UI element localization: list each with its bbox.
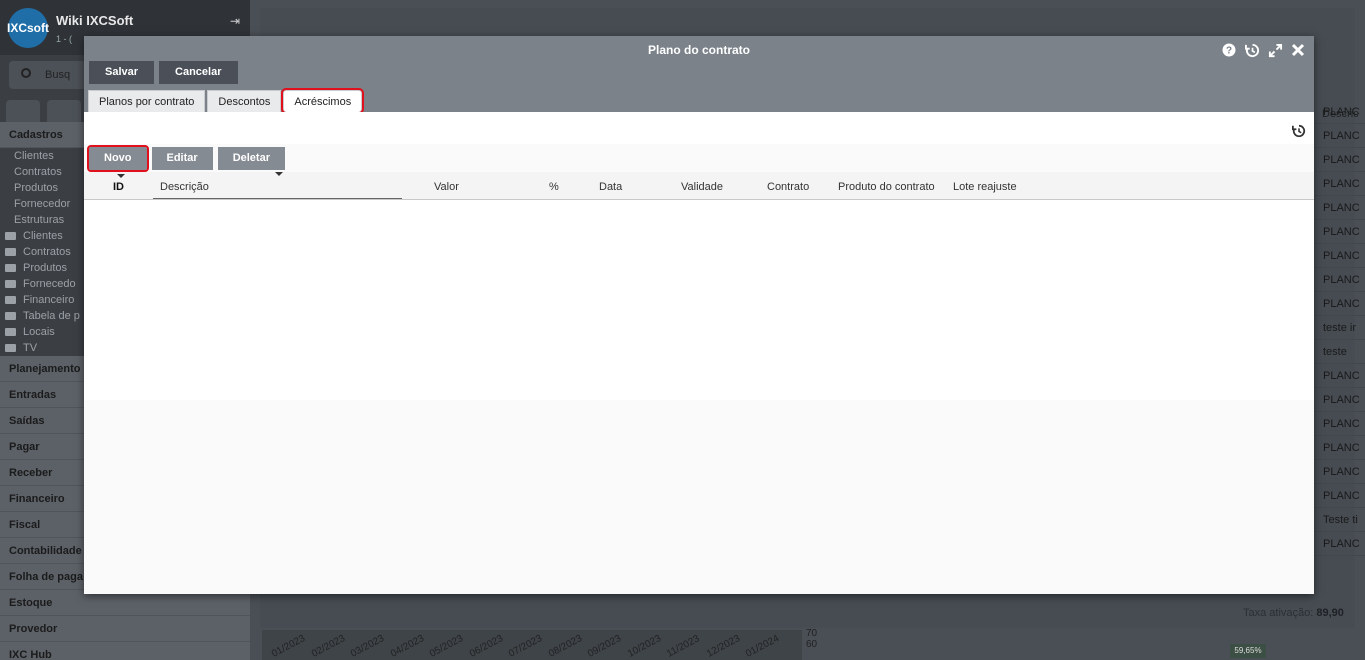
background-list-item: PLANC (1314, 124, 1365, 148)
background-list-item: PLANC (1314, 436, 1365, 460)
background-date-label: 11/2023 (665, 633, 702, 660)
column-lote-reajuste[interactable]: Lote reajuste (953, 181, 1017, 193)
content-top-strip (84, 112, 1314, 144)
background-list-item: PLANC (1314, 196, 1365, 220)
modal-header: Plano do contrato ? Salvar Cancelar Plan… (84, 36, 1314, 114)
save-button[interactable]: Salvar (89, 61, 155, 84)
background-date-label: 06/2023 (467, 633, 505, 660)
background-date-label: 09/2023 (586, 633, 624, 660)
background-date-label: 01/2023 (270, 633, 308, 660)
new-button[interactable]: Novo (87, 145, 149, 172)
background-list-item: PLANC (1314, 244, 1365, 268)
background-list-item: PLANC (1314, 172, 1365, 196)
background-list-item: PLANC (1314, 148, 1365, 172)
sidebar-section[interactable]: IXC Hub (0, 642, 250, 660)
background-date-label: 07/2023 (507, 633, 545, 660)
background-list-item: PLANC (1314, 100, 1365, 124)
footer-label: Taxa ativação: (1243, 607, 1314, 619)
sidebar-section[interactable]: Provedor (0, 616, 250, 642)
column-validade[interactable]: Validade (681, 181, 723, 193)
column-valor[interactable]: Valor (434, 181, 459, 193)
scale-tick: 60 (806, 639, 818, 650)
modal-title: Plano do contrato (648, 43, 750, 57)
column-produto-do-contrato[interactable]: Produto do contrato (838, 181, 935, 193)
scale-tick: 70 (806, 628, 818, 639)
sidebar-tab-list[interactable] (6, 100, 40, 122)
modal-toolbar: Salvar Cancelar (89, 61, 238, 84)
background-list-item: Teste ti (1314, 508, 1365, 532)
tab-acrescimos[interactable]: Acréscimos (281, 88, 365, 114)
close-icon[interactable] (1290, 42, 1306, 58)
column-contrato[interactable]: Contrato (767, 181, 809, 193)
edit-button[interactable]: Editar (151, 147, 213, 170)
background-date-axis: 01/2023 02/2023 03/2023 04/2023 05/2023 06/20… (262, 630, 802, 660)
grid-actions: Novo Editar Deletar (87, 145, 285, 172)
app-logo: IXCsoft (7, 8, 49, 48)
background-list: PLANC PLANC PLANC PLANC PLANC PLANC PLANC PLANC… (1314, 100, 1365, 556)
cancel-button[interactable]: Cancelar (159, 61, 238, 84)
background-date-label: 03/2023 (349, 633, 387, 660)
background-date-label: 08/2023 (546, 633, 584, 660)
background-list-item: teste ir (1314, 316, 1365, 340)
history-icon[interactable] (1244, 42, 1260, 58)
background-list-item: PLANC (1314, 460, 1365, 484)
column-id[interactable]: ID (113, 181, 124, 193)
background-list-item: PLANC (1314, 532, 1365, 556)
acrescimos-grid: ID Descrição Valor % Data Validade Contr… (84, 172, 1314, 400)
modal-tabs: Planos por contrato Descontos Acréscimos (88, 88, 365, 114)
background-date-label: 10/2023 (625, 633, 663, 660)
column-underline (153, 198, 402, 199)
background-percent: 59,65% (1230, 644, 1266, 658)
logout-icon[interactable]: ⇥ (230, 14, 240, 28)
tab-descontos[interactable]: Descontos (207, 90, 282, 112)
background-date-label: 01/2024 (744, 633, 782, 660)
contract-plan-modal: Plano do contrato ? Salvar Cancelar Plan… (84, 36, 1314, 594)
background-list-item: PLANC (1314, 292, 1365, 316)
background-list-item: PLANC (1314, 412, 1365, 436)
sort-desc-icon[interactable] (117, 174, 125, 178)
column-data[interactable]: Data (599, 181, 622, 193)
background-list-item: PLANC (1314, 364, 1365, 388)
footer-value: 89,90 (1316, 607, 1344, 619)
background-list-item: PLANC (1314, 484, 1365, 508)
grid-header: ID Descrição Valor % Data Validade Contr… (84, 172, 1314, 200)
modal-content: Novo Editar Deletar ID Descrição Valor %… (84, 112, 1314, 594)
modal-header-icons: ? (1221, 42, 1306, 58)
background-footer: Taxa ativação: 89,90 (1243, 607, 1344, 619)
search-icon (21, 68, 31, 78)
column-percent[interactable]: % (549, 181, 559, 193)
svg-text:?: ? (1226, 46, 1232, 57)
background-date-label: 12/2023 (704, 633, 742, 660)
sort-desc-icon[interactable] (275, 172, 283, 176)
background-list-item: PLANC (1314, 388, 1365, 412)
delete-button[interactable]: Deletar (217, 147, 285, 170)
sidebar-tab-print[interactable] (47, 100, 82, 122)
tab-planos-por-contrato[interactable]: Planos por contrato (88, 90, 206, 112)
column-descricao[interactable]: Descrição (160, 181, 209, 193)
background-date-label: 04/2023 (388, 633, 426, 660)
background-list-item: teste (1314, 340, 1365, 364)
maximize-icon[interactable] (1267, 42, 1283, 58)
help-icon[interactable]: ? (1221, 42, 1237, 58)
background-date-label: 05/2023 (428, 633, 466, 660)
grid-history-icon[interactable] (1292, 124, 1306, 138)
background-list-item: PLANC (1314, 220, 1365, 244)
background-scale: 70 60 (806, 628, 846, 650)
app-subtitle: 1 - ( (56, 34, 73, 44)
app-title: Wiki IXCSoft (56, 13, 134, 28)
search-placeholder: Busq (45, 69, 71, 81)
background-list-item: PLANC (1314, 268, 1365, 292)
background-date-label: 02/2023 (309, 633, 347, 660)
